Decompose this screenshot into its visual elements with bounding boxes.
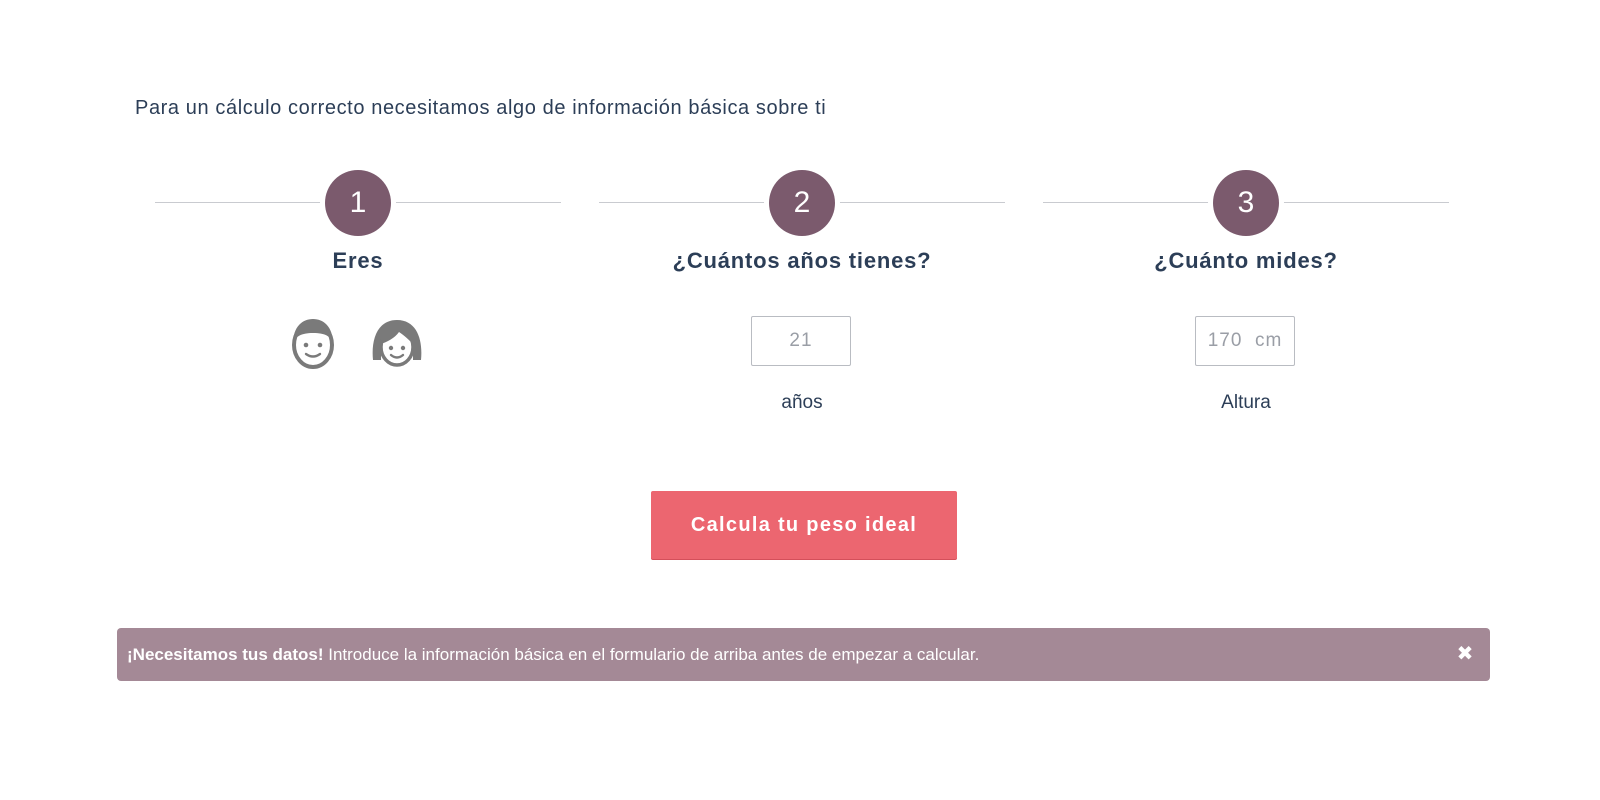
step-3-title: ¿Cuánto mides? bbox=[1154, 248, 1338, 273]
step-3-number: 3 bbox=[1213, 170, 1279, 236]
step-1-number: 1 bbox=[325, 170, 391, 236]
male-face-icon[interactable] bbox=[285, 314, 341, 370]
step-2: 2 ¿Cuántos años tienes? años bbox=[599, 170, 1005, 430]
close-icon[interactable]: ✖ bbox=[1452, 628, 1478, 681]
female-face-icon[interactable] bbox=[369, 314, 425, 370]
calculate-button[interactable]: Calcula tu peso ideal bbox=[651, 491, 957, 559]
steps-row: 1 Eres 2 ¿Cuántos años tienes? 21 años 3… bbox=[0, 0, 1600, 440]
height-input[interactable] bbox=[1195, 316, 1295, 366]
alert-message: Introduce la información básica en el fo… bbox=[323, 645, 980, 664]
alert-banner: ¡Necesitamos tus datos! Introduce la inf… bbox=[117, 628, 1490, 681]
page: Para un cálculo correcto necesitamos alg… bbox=[0, 0, 1600, 800]
step-2-title: ¿Cuántos años tienes? bbox=[672, 248, 932, 273]
age-label: años bbox=[781, 392, 823, 413]
step-2-number: 2 bbox=[769, 170, 835, 236]
step-1: 1 Eres bbox=[155, 170, 561, 430]
age-input[interactable] bbox=[751, 316, 851, 366]
gender-selector bbox=[155, 314, 561, 374]
alert-title: ¡Necesitamos tus datos! bbox=[127, 645, 324, 664]
step-1-title: Eres bbox=[332, 248, 384, 273]
height-label: Altura bbox=[1221, 392, 1271, 413]
step-3: 3 ¿Cuánto mides? Altura bbox=[1043, 170, 1449, 430]
